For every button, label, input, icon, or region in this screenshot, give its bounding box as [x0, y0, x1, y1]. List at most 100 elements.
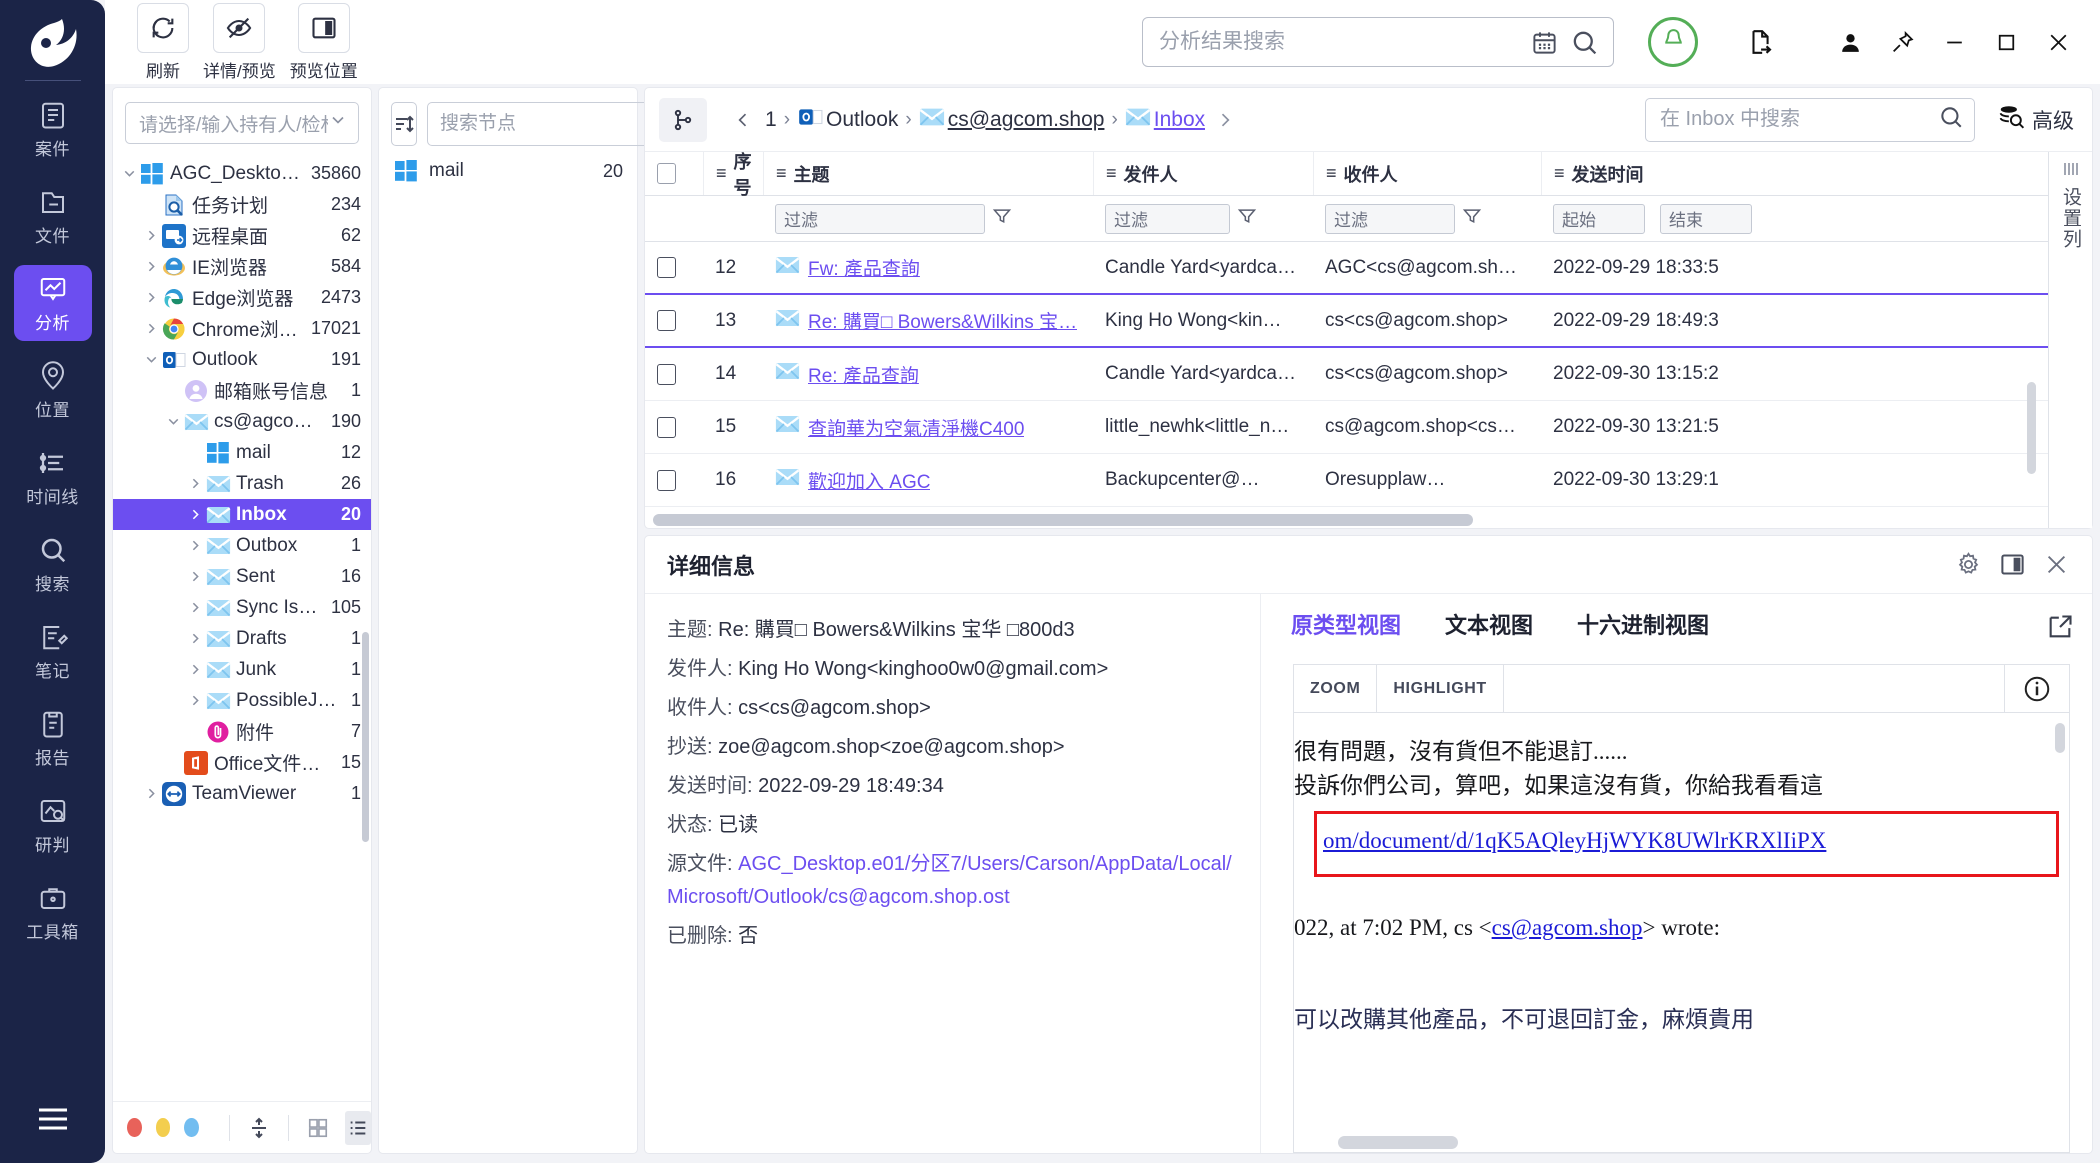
sidebar-item-timeline[interactable]: 时间线 — [14, 439, 92, 515]
sidebar-item-notes[interactable]: 笔记 — [14, 613, 92, 689]
filter-recipient-input[interactable]: 过滤 — [1325, 203, 1455, 234]
row-checkbox[interactable] — [645, 295, 703, 346]
select-all-checkbox[interactable] — [645, 152, 703, 195]
user-icon[interactable] — [1824, 16, 1876, 68]
chevron-right-icon[interactable] — [185, 599, 205, 616]
tree-node-[interactable]: 附件 7 — [113, 716, 371, 747]
tree-node-outbox[interactable]: Outbox 1 — [113, 530, 371, 561]
chevron-right-icon[interactable] — [185, 475, 205, 492]
export-file-icon[interactable] — [1734, 16, 1786, 68]
sidebar-item-insight[interactable]: 研判 — [14, 787, 92, 863]
tree-node-agc-desktop-e01[interactable]: AGC_Desktop.e0135860 — [113, 158, 371, 189]
table-horizontal-scrollbar[interactable] — [653, 514, 1473, 526]
expand-collapse-icon[interactable] — [246, 1111, 272, 1145]
breadcrumb-item-mailbox[interactable]: cs@agcom.shop — [919, 106, 1104, 134]
tree-node-inbox[interactable]: Inbox 20 — [113, 499, 371, 530]
chevron-right-icon[interactable] — [185, 568, 205, 585]
table-row[interactable]: 16 歡迎加入 AGC Backupcenter@… Oresupplaw… 2022-… — [645, 454, 2048, 507]
sidebar-item-toolbox[interactable]: 工具箱 — [14, 874, 92, 950]
column-header-no[interactable]: ≡ 序号 — [703, 152, 763, 198]
tree-node-junk[interactable]: Junk 1 — [113, 654, 371, 685]
chevron-right-icon[interactable] — [185, 661, 205, 678]
filter-time-end-input[interactable]: 结束 — [1660, 203, 1752, 234]
tree-node-sent[interactable]: Sent 16 — [113, 561, 371, 592]
table-row[interactable]: 14 Re: 產品查詢 Candle Yard<yardca… cs<cs@agcom… — [645, 348, 2048, 401]
tree-node-office[interactable]: Office文件元信息15 — [113, 747, 371, 778]
search-icon[interactable] — [1938, 104, 1964, 135]
global-search-input[interactable] — [1159, 30, 1525, 54]
column-header-recipient[interactable]: ≡ 收件人 — [1313, 152, 1541, 195]
preview-position-button[interactable]: 预览位置 — [290, 2, 358, 82]
tab-hex-view[interactable]: 十六进制视图 — [1577, 608, 1709, 646]
close-icon[interactable] — [2032, 16, 2084, 68]
filter-funnel-icon[interactable] — [1237, 206, 1257, 231]
chevron-right-icon[interactable] — [185, 692, 205, 709]
graph-branch-icon[interactable] — [659, 97, 707, 142]
holder-select[interactable]: 请选择/输入持有人/检材 — [125, 102, 359, 144]
filter-subject[interactable]: 过滤 — [763, 196, 1093, 241]
info-icon[interactable] — [2005, 665, 2069, 712]
chevron-right-icon[interactable] — [141, 320, 161, 337]
panel-layout-icon[interactable] — [1990, 543, 2034, 587]
filter-funnel-icon[interactable] — [1462, 206, 1482, 231]
sidebar-item-files[interactable]: 文件 — [14, 178, 92, 254]
tree-vertical-scrollbar[interactable] — [362, 632, 369, 842]
filter-sender-input[interactable]: 过滤 — [1105, 203, 1230, 234]
tab-original-view[interactable]: 原类型视图 — [1291, 608, 1401, 646]
status-dot-red[interactable] — [127, 1118, 142, 1137]
chevron-right-icon[interactable] — [185, 537, 205, 554]
tree-node-outlook[interactable]: Outlook 191 — [113, 344, 371, 375]
column-header-time[interactable]: ≡ 发送时间 — [1541, 152, 2048, 195]
row-checkbox[interactable] — [645, 401, 703, 453]
sidebar-item-analysis[interactable]: 分析 — [13, 265, 92, 341]
table-vertical-scrollbar[interactable] — [2027, 382, 2036, 474]
tree-node-possiblejunk[interactable]: PossibleJunk 1 — [113, 685, 371, 716]
node-list-item[interactable]: mail 20 — [379, 154, 637, 188]
sidebar-item-search[interactable]: 搜索 — [14, 526, 92, 602]
tree-node-drafts[interactable]: Drafts 1 — [113, 623, 371, 654]
table-row[interactable]: 15 查詢華为空氣清淨機C400 little_newhk<little_n… cs@… — [645, 401, 2048, 454]
viewer-vertical-scrollbar[interactable] — [2055, 723, 2065, 753]
row-checkbox[interactable] — [645, 454, 703, 506]
calendar-icon[interactable] — [1525, 29, 1564, 56]
minimize-icon[interactable] — [1928, 16, 1980, 68]
list-view-icon[interactable] — [344, 1110, 372, 1145]
menu-burger-icon[interactable] — [36, 1106, 70, 1137]
search-icon[interactable] — [1564, 28, 1605, 57]
tree-node-[interactable]: 远程桌面 62 — [113, 220, 371, 251]
quote-email-link[interactable]: cs@agcom.shop — [1492, 915, 1643, 940]
tab-text-view[interactable]: 文本视图 — [1445, 608, 1533, 646]
filter-funnel-icon[interactable] — [992, 206, 1012, 231]
chevron-down-icon[interactable] — [119, 165, 139, 182]
tree-scroll-area[interactable]: AGC_Desktop.e0135860 任务计划 234 远程桌面 62 IE浏览器 58… — [113, 152, 371, 1101]
sidebar-item-cases[interactable]: 案件 — [14, 91, 92, 167]
detail-preview-button[interactable]: 详情/预览 — [203, 2, 276, 82]
chevron-right-icon[interactable] — [185, 630, 205, 647]
cell-subject[interactable]: Re: 購買□ Bowers&Wilkins 宝… — [763, 295, 1093, 346]
chevron-right-icon[interactable] — [141, 258, 161, 275]
breadcrumb-item-partition[interactable]: 1 — [765, 108, 777, 132]
inbox-search-box[interactable] — [1645, 97, 1975, 142]
table-row[interactable]: 12 Fw: 產品查詢 Candle Yard<yardca… AGC<cs@agco… — [645, 242, 2048, 295]
filter-sender[interactable]: 过滤 — [1093, 196, 1313, 241]
tree-node-edge[interactable]: Edge浏览器 2473 — [113, 282, 371, 313]
cell-subject[interactable]: 歡迎加入 AGC — [763, 454, 1093, 506]
chevron-right-icon[interactable] — [141, 227, 161, 244]
metadata-value[interactable]: AGC_Desktop.e01/分区7/Users/Carson/AppData… — [667, 853, 1232, 908]
tree-node-cs-agcom-sh[interactable]: cs@agcom.sh…190 — [113, 406, 371, 437]
zoom-button[interactable]: ZOOM — [1294, 665, 1378, 712]
breadcrumb-forward-button[interactable] — [1205, 108, 1245, 132]
sidebar-item-location[interactable]: 位置 — [14, 352, 92, 428]
tree-node-trash[interactable]: Trash 26 — [113, 468, 371, 499]
document-link[interactable]: om/document/d/1qK5AQleyHjWYK8UWlrKRXlIiP… — [1323, 828, 1826, 853]
subject-link[interactable]: Fw: 產品查詢 — [808, 254, 920, 281]
cell-subject[interactable]: Fw: 產品查詢 — [763, 242, 1093, 293]
filter-time-start-input[interactable]: 起始 — [1553, 203, 1645, 234]
cell-subject[interactable]: 查詢華为空氣清淨機C400 — [763, 401, 1093, 453]
refresh-button[interactable]: 刷新 — [137, 2, 189, 82]
tree-node-[interactable]: 任务计划 234 — [113, 189, 371, 220]
table-row[interactable]: 13 Re: 購買□ Bowers&Wilkins 宝… King Ho Wong<… — [645, 295, 2048, 348]
tree-node-sync-issues[interactable]: Sync Issues …105 — [113, 592, 371, 623]
global-search-box[interactable] — [1142, 17, 1614, 67]
tree-node-ie[interactable]: IE浏览器 584 — [113, 251, 371, 282]
